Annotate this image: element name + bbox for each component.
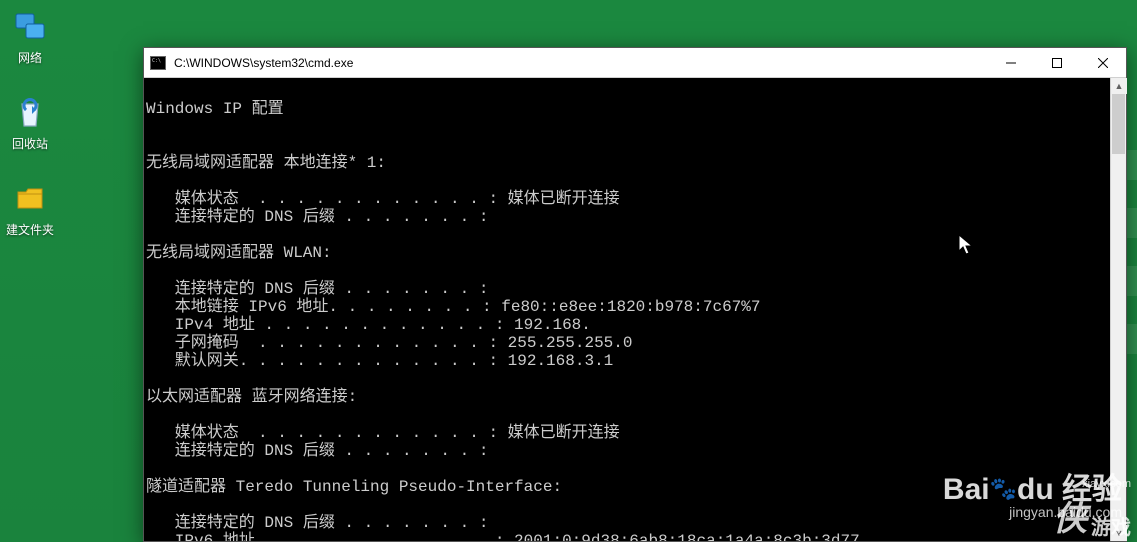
cmd-window: C:\WINDOWS\system32\cmd.exe Windows IP 配…: [143, 47, 1127, 542]
vertical-scrollbar[interactable]: ▲ ▼: [1110, 78, 1126, 541]
maximize-button[interactable]: [1034, 48, 1080, 77]
console-area: Windows IP 配置 无线局域网适配器 本地连接* 1: 媒体状态 . .…: [144, 78, 1126, 541]
scroll-down-button[interactable]: ▼: [1111, 525, 1127, 541]
folder-icon: [12, 180, 48, 216]
console-output[interactable]: Windows IP 配置 无线局域网适配器 本地连接* 1: 媒体状态 . .…: [144, 78, 1110, 541]
window-controls: [988, 48, 1126, 77]
network-icon: [12, 8, 48, 44]
desktop-icon-column: 网络 回收站 建文件夹: [0, 8, 60, 238]
network-label: 网络: [18, 49, 42, 66]
window-titlebar[interactable]: C:\WINDOWS\system32\cmd.exe: [144, 48, 1126, 78]
close-button[interactable]: [1080, 48, 1126, 77]
cmd-icon: [150, 56, 166, 70]
scroll-up-button[interactable]: ▲: [1111, 78, 1127, 94]
network-shortcut[interactable]: 网络: [0, 8, 60, 66]
new-folder-label: 建文件夹: [6, 221, 54, 238]
recycle-bin-shortcut[interactable]: 回收站: [0, 94, 60, 152]
window-title: C:\WINDOWS\system32\cmd.exe: [174, 56, 988, 70]
recycle-bin-label: 回收站: [12, 135, 48, 152]
scroll-thumb[interactable]: [1112, 94, 1125, 154]
new-folder-shortcut[interactable]: 建文件夹: [0, 180, 60, 238]
recycle-bin-icon: [12, 94, 48, 130]
desktop: 网络 回收站 建文件夹 C:\WINDOWS\system32\cmd.exe: [0, 0, 1137, 542]
minimize-button[interactable]: [988, 48, 1034, 77]
